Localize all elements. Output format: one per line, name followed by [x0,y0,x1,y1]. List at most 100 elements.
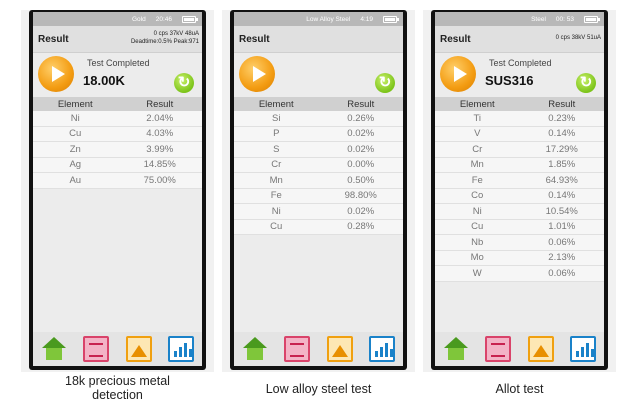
chart-icon[interactable] [368,336,395,362]
chart-icon[interactable] [167,336,194,362]
element-result: 0.02% [347,205,375,217]
table-row: Fe 98.80% [234,188,403,204]
test-area: Test Completed SUS316 [435,53,604,97]
table-row: W 0.06% [435,266,604,282]
device-frame: Gold 20:46 Result 0 cps 37kV 48uA Deadti… [29,10,206,370]
element-symbol: Fe [471,174,483,186]
test-status: Test Completed [87,58,150,68]
column-element: Element [258,98,294,110]
result-label: Result [440,34,471,45]
element-result: 0.23% [548,112,576,124]
result-header: Result [234,26,403,53]
column-result: Result [146,98,174,110]
panel-gold: Gold 20:46 Result 0 cps 37kV 48uA Deadti… [21,10,214,372]
element-result: 4.03% [146,128,174,140]
table-row: Ni 0.02% [234,204,403,220]
table-row: Co 0.14% [435,188,604,204]
element-result: 3.99% [146,143,174,155]
caption-allot: Allot test [423,382,616,396]
table-row: Cu 4.03% [33,126,202,142]
table-row: Ti 0.23% [435,111,604,127]
table-header: Element Result [234,97,403,111]
spectrum-icon[interactable] [326,336,353,362]
element-symbol: Cu [69,128,82,140]
element-result: 0.06% [548,267,576,279]
report-icon[interactable] [83,336,110,362]
element-symbol: Au [69,174,82,186]
element-symbol: Ti [473,112,482,124]
element-symbol: Ni [70,112,80,124]
result-table: Si 0.26% P 0.02% S 0.02% Cr 0.00% Mn 0.50% Fe 98.80… [234,111,403,235]
element-result: 17.29% [545,143,578,155]
result-label: Result [38,34,69,45]
measurement-info: 0 cps 37kV 48uA Deadtime:0.5% Peak:971 [131,30,199,46]
test-area: Test Completed 18.00K [33,53,202,97]
element-result: 2.13% [548,252,576,264]
clock: 4:19 [360,15,373,23]
element-symbol: Fe [270,190,282,202]
result-header: Result 0 cps 38kV 51uA [435,26,604,53]
device-screen: Steel 00: 53 Result 0 cps 38kV 51uA Test… [435,12,604,366]
panel-steel: Steel 00: 53 Result 0 cps 38kV 51uA Test… [423,10,616,372]
play-button[interactable] [440,56,476,92]
clock: 00: 53 [555,15,574,23]
device-screen: Gold 20:46 Result 0 cps 37kV 48uA Deadti… [33,12,202,366]
element-result: 0.50% [347,174,375,186]
test-grade: 18.00K [83,73,125,88]
element-symbol: W [472,267,482,279]
column-element: Element [57,98,93,110]
element-symbol: Mn [269,174,283,186]
refresh-icon[interactable] [174,73,194,93]
home-icon[interactable] [242,336,268,362]
element-symbol: Cr [472,143,483,155]
element-result: 0.06% [548,236,576,248]
chart-icon[interactable] [569,336,596,362]
device-frame: Steel 00: 53 Result 0 cps 38kV 51uA Test… [431,10,608,370]
status-bar: Low Alloy Steel 4:19 [234,12,403,26]
element-result: 75.00% [143,174,176,186]
caption-line-1: 18k precious metal [65,374,170,388]
element-result: 0.14% [548,128,576,140]
table-row: Mo 2.13% [435,250,604,266]
play-button[interactable] [239,56,275,92]
refresh-icon[interactable] [576,73,596,93]
element-symbol: P [273,128,280,140]
table-header: Element Result [33,97,202,111]
element-symbol: Cu [471,221,484,233]
refresh-icon[interactable] [375,73,395,93]
element-symbol: Mn [470,159,484,171]
element-result: 14.85% [143,159,176,171]
element-symbol: Nb [471,236,484,248]
battery-icon [383,15,399,23]
element-symbol: Mo [470,252,484,264]
element-result: 98.80% [344,190,377,202]
element-result: 0.02% [347,128,375,140]
report-icon[interactable] [485,336,512,362]
table-row: Fe 64.93% [435,173,604,189]
info-line-1: 0 cps 38kV 51uA [555,35,601,41]
test-grade: SUS316 [485,73,534,88]
element-result: 0.26% [347,112,375,124]
home-icon[interactable] [41,336,67,362]
caption-gold: 18k precious metal detection [21,374,214,402]
caption-line-2: detection [92,388,143,402]
element-result: 10.54% [545,205,578,217]
caption-line-1: Allot test [495,382,544,396]
table-row: Ni 2.04% [33,111,202,127]
play-button[interactable] [38,56,74,92]
bottom-toolbar [234,332,403,366]
element-result: 1.01% [548,221,576,233]
table-row: S 0.02% [234,142,403,158]
spectrum-icon[interactable] [527,336,554,362]
bottom-toolbar [435,332,604,366]
bottom-toolbar [33,332,202,366]
table-header: Element Result [435,97,604,111]
device-frame: Low Alloy Steel 4:19 Result Element Resu… [230,10,407,370]
element-result: 64.93% [545,174,578,186]
home-icon[interactable] [443,336,469,362]
report-icon[interactable] [284,336,311,362]
table-row: P 0.02% [234,126,403,142]
element-symbol: S [273,143,280,155]
spectrum-icon[interactable] [125,336,152,362]
caption-line-1: Low alloy steel test [265,382,372,396]
